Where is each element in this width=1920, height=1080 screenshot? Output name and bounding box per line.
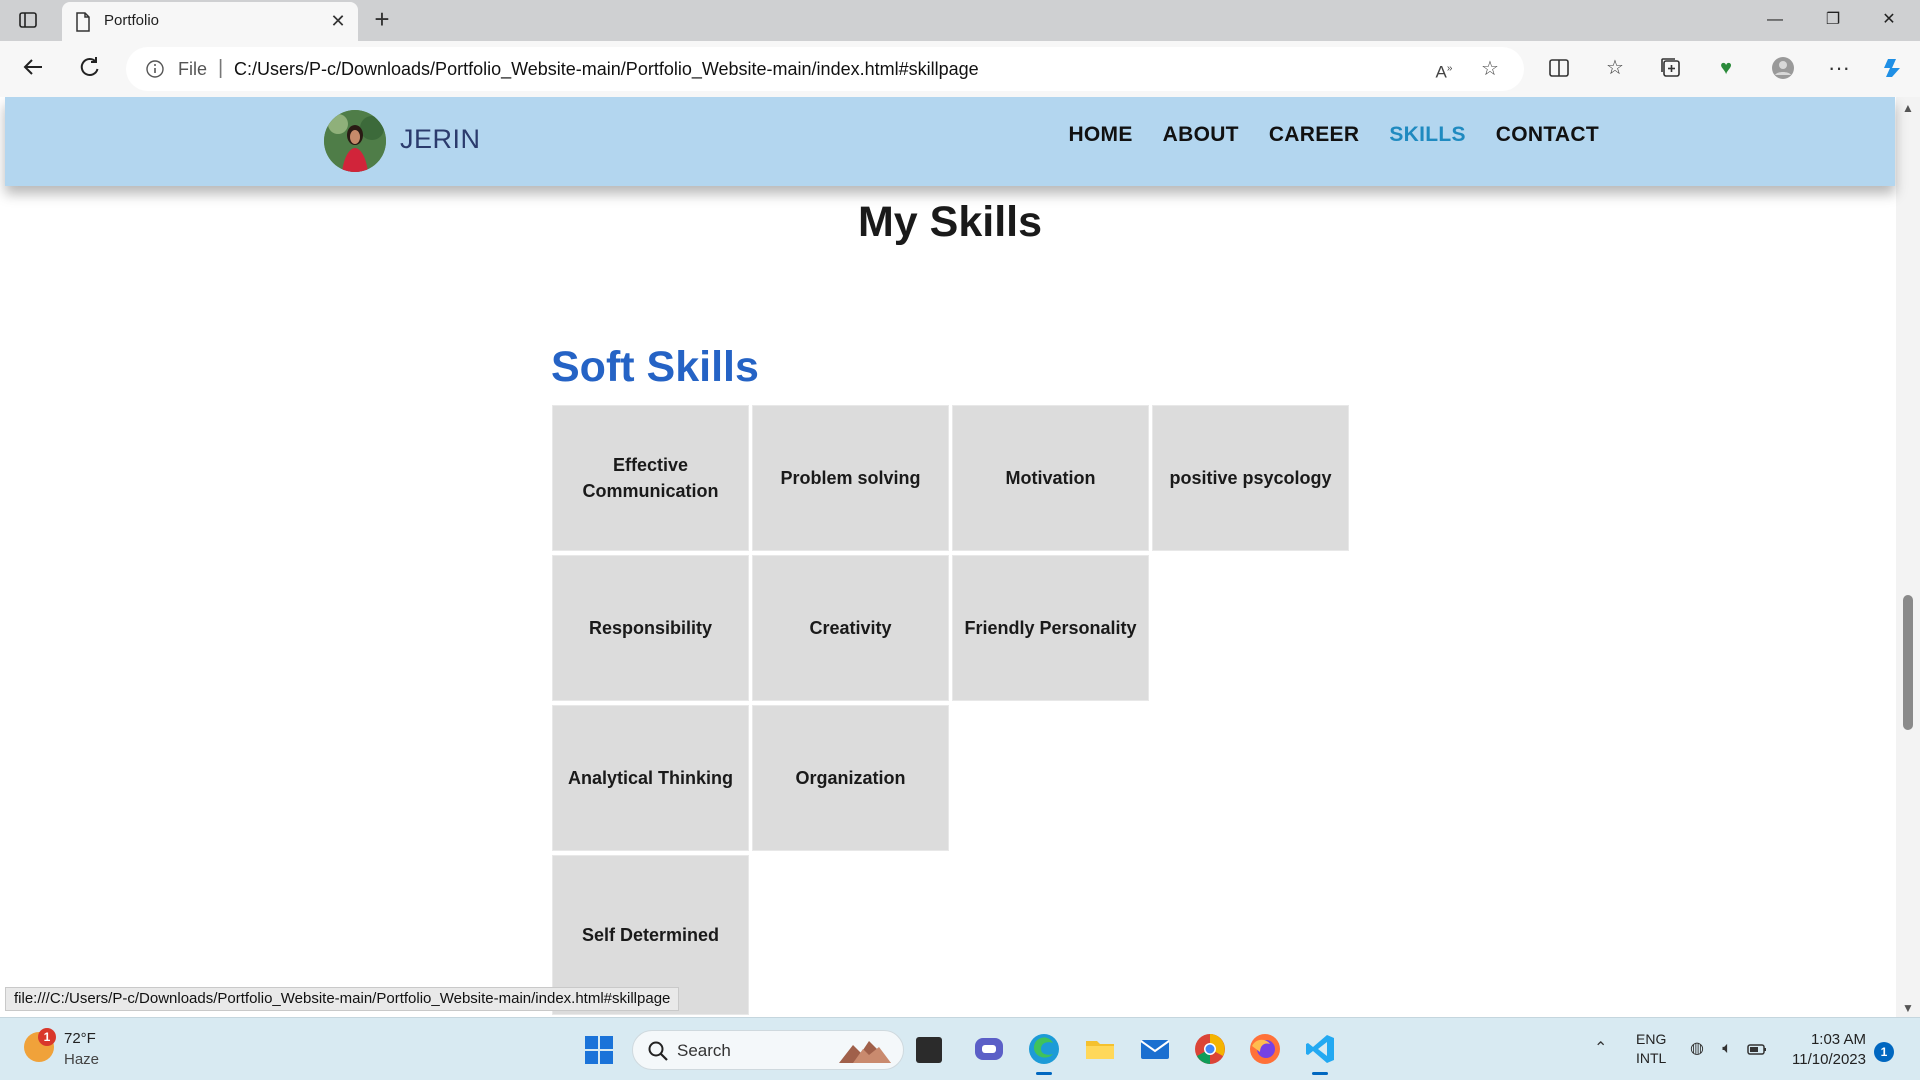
nav-contact[interactable]: CONTACT <box>1496 123 1599 147</box>
address-bar[interactable]: File | C:/Users/P-c/Downloads/Portfolio_… <box>126 47 1524 91</box>
read-aloud-icon[interactable]: A» <box>1432 57 1456 82</box>
section-title-soft-skills: Soft Skills <box>551 343 759 391</box>
tray-overflow-icon[interactable]: ⌃ <box>1594 1038 1607 1058</box>
tab-title: Portfolio <box>104 12 160 29</box>
search-placeholder: Search <box>677 1041 731 1060</box>
keyboard-layout: INTL <box>1636 1050 1667 1066</box>
skill-card: Problem solving <box>752 405 949 551</box>
network-globe-icon[interactable]: ◍ <box>1686 1038 1708 1060</box>
scroll-thumb[interactable] <box>1903 595 1913 730</box>
brand-name[interactable]: JERIN <box>400 124 481 155</box>
taskbar-search[interactable]: Search <box>632 1030 904 1070</box>
task-view-icon[interactable] <box>916 1037 942 1063</box>
skill-card: Responsibility <box>552 555 749 701</box>
volume-icon[interactable]: 🔈︎ <box>1716 1038 1738 1060</box>
minimize-icon[interactable]: — <box>1752 6 1798 34</box>
skill-card: positive psycology <box>1152 405 1349 551</box>
nav-career[interactable]: CAREER <box>1269 123 1359 147</box>
edge-browser-icon[interactable] <box>1027 1032 1061 1075</box>
file-explorer-icon[interactable] <box>1083 1032 1117 1066</box>
page-viewport: JERIN HOME ABOUT CAREER SKILLS CONTACT M… <box>0 97 1920 1017</box>
file-label: File <box>178 59 208 79</box>
scroll-down-icon[interactable]: ▼ <box>1902 1001 1914 1015</box>
chrome-icon[interactable] <box>1193 1032 1227 1066</box>
nav-home[interactable]: HOME <box>1068 123 1132 147</box>
favorite-star-icon[interactable]: ☆ <box>1478 57 1502 81</box>
info-icon[interactable] <box>146 60 164 78</box>
restore-icon[interactable]: ❐ <box>1810 6 1856 34</box>
skill-card: Analytical Thinking <box>552 705 749 851</box>
scroll-up-icon[interactable]: ▲ <box>1902 101 1914 115</box>
clock-date: 11/10/2023 <box>1792 1051 1866 1068</box>
more-options-icon[interactable]: ··· <box>1824 53 1854 83</box>
status-bar-url: file:///C:/Users/P-c/Downloads/Portfolio… <box>5 987 680 1011</box>
browser-tab[interactable]: Portfolio ✕ <box>62 2 358 41</box>
browser-tab-bar: Portfolio ✕ + — ❐ ✕ <box>0 0 1920 41</box>
profile-photo-avatar[interactable] <box>324 110 386 172</box>
skill-card: Friendly Personality <box>952 555 1149 701</box>
site-header: JERIN HOME ABOUT CAREER SKILLS CONTACT <box>5 97 1895 186</box>
windows-taskbar: 1 72°F Haze Search ⌃ ENG INTL ◍ 🔈︎ 1:03 … <box>0 1017 1920 1080</box>
mail-icon[interactable] <box>1138 1032 1172 1066</box>
page-icon <box>74 12 92 32</box>
close-tab-icon[interactable]: ✕ <box>328 11 348 31</box>
firefox-icon[interactable] <box>1248 1032 1282 1066</box>
favorites-icon[interactable]: ☆ <box>1600 53 1630 83</box>
tab-actions-icon[interactable] <box>18 10 40 30</box>
skill-card: Effective Communication <box>552 405 749 551</box>
windows-start-icon[interactable] <box>584 1035 614 1065</box>
page-title: My Skills <box>857 198 1043 246</box>
system-clock[interactable]: 1:03 AM 11/10/2023 <box>1786 1030 1866 1070</box>
language-code: ENG <box>1636 1031 1667 1047</box>
skill-card: Motivation <box>952 405 1149 551</box>
vscode-icon[interactable] <box>1303 1032 1337 1075</box>
profile-avatar[interactable] <box>1768 53 1798 83</box>
refresh-icon[interactable] <box>76 54 106 84</box>
nav-about[interactable]: ABOUT <box>1163 123 1239 147</box>
page-scrollbar[interactable]: ▲ ▼ <box>1896 97 1920 1017</box>
teams-chat-icon[interactable] <box>972 1032 1006 1066</box>
main-navigation: HOME ABOUT CAREER SKILLS CONTACT <box>1068 123 1599 147</box>
weather-condition[interactable]: Haze <box>64 1051 99 1068</box>
battery-icon[interactable] <box>1746 1038 1768 1060</box>
collections-icon[interactable] <box>1656 53 1686 83</box>
url-text[interactable]: C:/Users/P-c/Downloads/Portfolio_Website… <box>234 59 979 80</box>
close-window-icon[interactable]: ✕ <box>1866 6 1912 34</box>
skill-card: Organization <box>752 705 949 851</box>
browser-toolbar: File | C:/Users/P-c/Downloads/Portfolio_… <box>0 41 1920 97</box>
language-indicator[interactable]: ENG INTL <box>1636 1030 1666 1068</box>
skill-card: Creativity <box>752 555 949 701</box>
weather-temperature[interactable]: 72°F <box>64 1030 96 1047</box>
new-tab-icon[interactable]: + <box>368 6 396 34</box>
back-icon[interactable] <box>20 54 50 84</box>
split-screen-icon[interactable] <box>1544 53 1574 83</box>
notification-badge[interactable]: 1 <box>1874 1042 1894 1062</box>
copilot-icon[interactable] <box>1878 53 1908 83</box>
search-icon <box>647 1040 669 1062</box>
clock-time: 1:03 AM <box>1810 1031 1866 1048</box>
search-highlight-image <box>835 1037 895 1065</box>
nav-skills[interactable]: SKILLS <box>1389 123 1465 147</box>
browser-essentials-icon[interactable]: ♥ <box>1711 53 1741 83</box>
omnibox-separator: | <box>218 57 224 79</box>
weather-alert-badge: 1 <box>38 1028 56 1046</box>
